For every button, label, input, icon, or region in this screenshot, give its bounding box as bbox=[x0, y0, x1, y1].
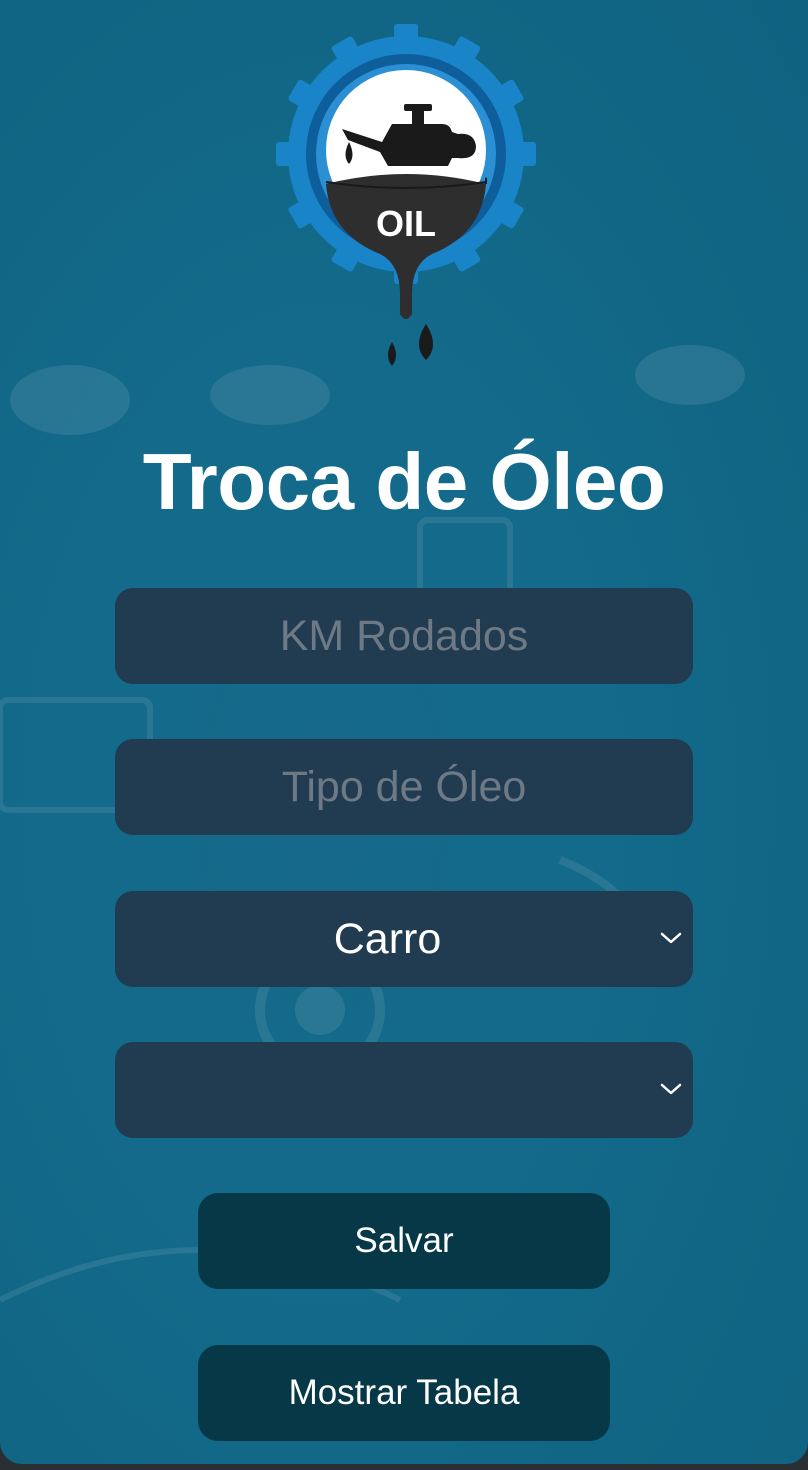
page-title: Troca de Óleo bbox=[142, 437, 666, 526]
vehicle-type-select[interactable]: Carro bbox=[115, 891, 693, 987]
oil-type-input[interactable] bbox=[115, 739, 693, 835]
vehicle-type-selected-value: Carro bbox=[333, 915, 442, 963]
chevron-down-icon bbox=[660, 932, 682, 944]
app-screen: OIL Troca de Óleo Carro Salvar Mostrar T… bbox=[0, 0, 808, 1464]
model-selected-value bbox=[115, 1042, 660, 1138]
model-select[interactable] bbox=[115, 1042, 693, 1138]
save-button[interactable]: Salvar bbox=[198, 1193, 610, 1289]
chevron-down-icon bbox=[660, 1083, 682, 1095]
logo-oil-text: OIL bbox=[376, 203, 436, 244]
show-table-button[interactable]: Mostrar Tabela bbox=[198, 1345, 610, 1441]
km-rodados-input[interactable] bbox=[115, 588, 693, 684]
oil-can-gear-logo-icon: OIL bbox=[276, 24, 536, 366]
